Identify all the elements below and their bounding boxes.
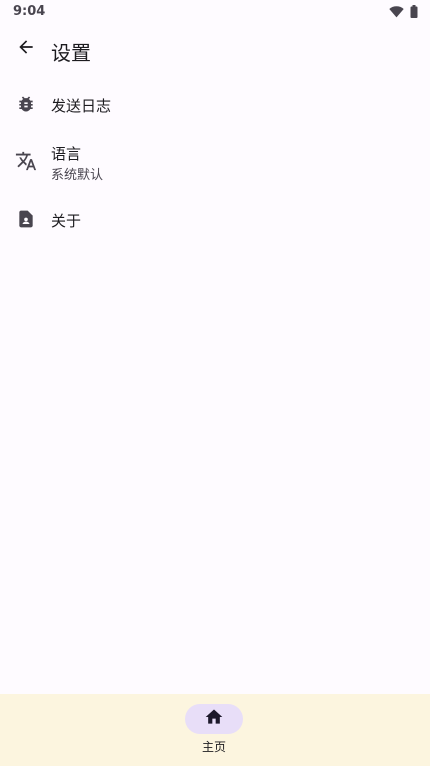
arrow-left-icon [16,37,36,61]
bug-icon [15,93,37,115]
settings-item-label: 语言 [51,145,82,163]
settings-item-label: 发送日志 [51,97,112,115]
settings-item-sublabel: 系统默认 [51,168,104,183]
status-bar: 9:04 [0,0,430,24]
home-icon [204,707,224,731]
translate-icon [15,150,37,172]
settings-item-label: 关于 [51,212,82,230]
battery-icon [410,3,418,22]
app-bar: 设置 [0,26,430,76]
nav-item-label: 主页 [201,740,226,754]
settings-list: 发送日志 语言 系统默认 关于 [0,80,430,246]
back-button[interactable] [12,35,40,63]
bottom-nav: 主页 [0,694,430,766]
nav-active-indicator [185,704,243,734]
settings-item-send-logs[interactable]: 发送日志 [0,80,430,130]
nav-item-home[interactable]: 主页 [185,704,245,756]
status-icons [389,4,418,20]
settings-item-about[interactable]: 关于 [0,196,430,246]
page-title: 设置 [51,41,91,65]
status-time: 9:04 [13,4,46,19]
settings-item-language[interactable]: 语言 系统默认 [0,130,430,196]
wifi-icon [389,3,404,22]
contact-file-icon [15,208,37,230]
